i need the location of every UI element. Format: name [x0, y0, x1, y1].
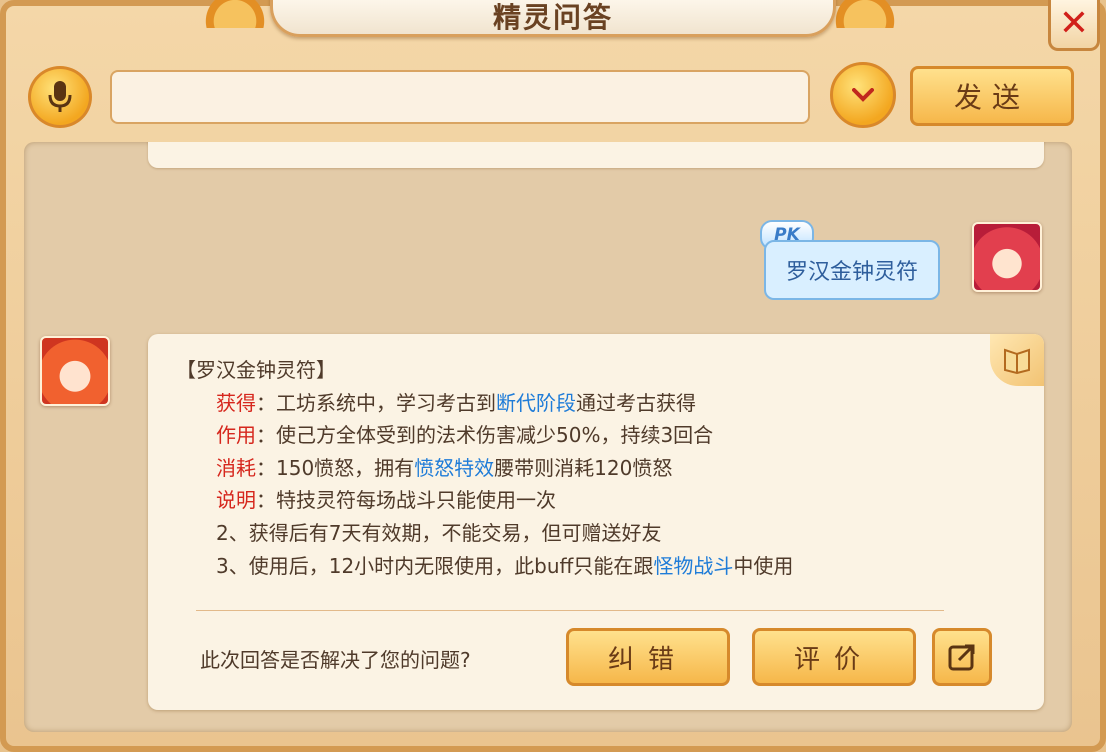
- answer-note-2: 2、获得后有7天有效期，不能交易，但可赠送好友: [216, 520, 662, 545]
- note-text: ：特技灵符每场战斗只能使用一次: [256, 488, 556, 513]
- user-avatar: [972, 222, 1042, 292]
- effect-text: ：使己方全体受到的法术伤害减少50%，持续3回合: [256, 423, 714, 448]
- link-monster-battle[interactable]: 怪物战斗: [653, 554, 733, 578]
- divider: [196, 610, 944, 611]
- history-dropdown-button[interactable]: [830, 62, 896, 128]
- answer-line-effect: 作用：使己方全体受到的法术伤害减少50%，持续3回合: [176, 419, 793, 452]
- window-title: 精灵问答: [492, 1, 613, 34]
- note3-text: 3、使用后，12小时内无限使用，此buff只能在跟: [216, 553, 654, 578]
- cloud-ornament-left: [190, 0, 280, 28]
- answer-line-obtain: 获得：工坊系统中，学习考古到断代阶段通过考古获得: [176, 387, 793, 420]
- chat-area[interactable]: PK 罗汉金钟灵符 【罗汉金钟灵符】 获得：工坊系统中，学习考古到断代阶段通过考…: [24, 142, 1072, 732]
- book-icon[interactable]: [990, 334, 1044, 386]
- send-button[interactable]: 发送: [910, 66, 1074, 126]
- user-message-text: 罗汉金钟灵符: [785, 260, 918, 285]
- answer-note-3: 3、使用后，12小时内无限使用，此buff只能在跟怪物战斗中使用: [176, 550, 793, 583]
- cost-text: ：150愤怒，拥有: [256, 455, 415, 480]
- link-dating-stage[interactable]: 断代阶段: [496, 391, 576, 415]
- close-button[interactable]: ✕: [1048, 0, 1100, 51]
- assistant-avatar: [40, 336, 110, 406]
- label-note: 说明: [216, 488, 256, 513]
- label-effect: 作用: [216, 423, 256, 448]
- answer-bubble: 【罗汉金钟灵符】 获得：工坊系统中，学习考古到断代阶段通过考古获得 作用：使己方…: [148, 334, 1044, 710]
- share-button[interactable]: [932, 628, 992, 686]
- book-glyph: [1004, 348, 1030, 374]
- previous-message-bubble: [148, 142, 1044, 168]
- obtain-text-tail: 通过考古获得: [576, 390, 696, 415]
- answer-title: 【罗汉金钟灵符】: [176, 358, 336, 382]
- link-rage-effect[interactable]: 愤怒特效: [414, 456, 494, 480]
- user-message-bubble: 罗汉金钟灵符: [764, 240, 940, 300]
- chevron-down-icon: [852, 88, 874, 102]
- label-cost: 消耗: [216, 455, 256, 480]
- close-icon: ✕: [1058, 3, 1090, 44]
- answer-text: 【罗汉金钟灵符】 获得：工坊系统中，学习考古到断代阶段通过考古获得 作用：使己方…: [176, 354, 793, 582]
- feedback-question: 此次回答是否解决了您的问题?: [200, 648, 471, 672]
- report-error-button[interactable]: 纠错: [566, 628, 730, 686]
- microphone-icon: [48, 81, 72, 112]
- answer-line-cost: 消耗：150愤怒，拥有愤怒特效腰带则消耗120愤怒: [176, 452, 793, 485]
- answer-line-note: 说明：特技灵符每场战斗只能使用一次: [176, 484, 793, 517]
- note3-text-tail: 中使用: [733, 553, 794, 578]
- share-icon: [948, 644, 975, 671]
- obtain-text: ：工坊系统中，学习考古到: [256, 390, 496, 415]
- title-banner: 精灵问答: [270, 0, 836, 37]
- rate-button[interactable]: 评价: [752, 628, 916, 686]
- voice-input-button[interactable]: [28, 66, 92, 128]
- label-obtain: 获得: [216, 390, 256, 415]
- cost-text-tail: 腰带则消耗120愤怒: [494, 455, 673, 480]
- question-input[interactable]: [110, 70, 810, 124]
